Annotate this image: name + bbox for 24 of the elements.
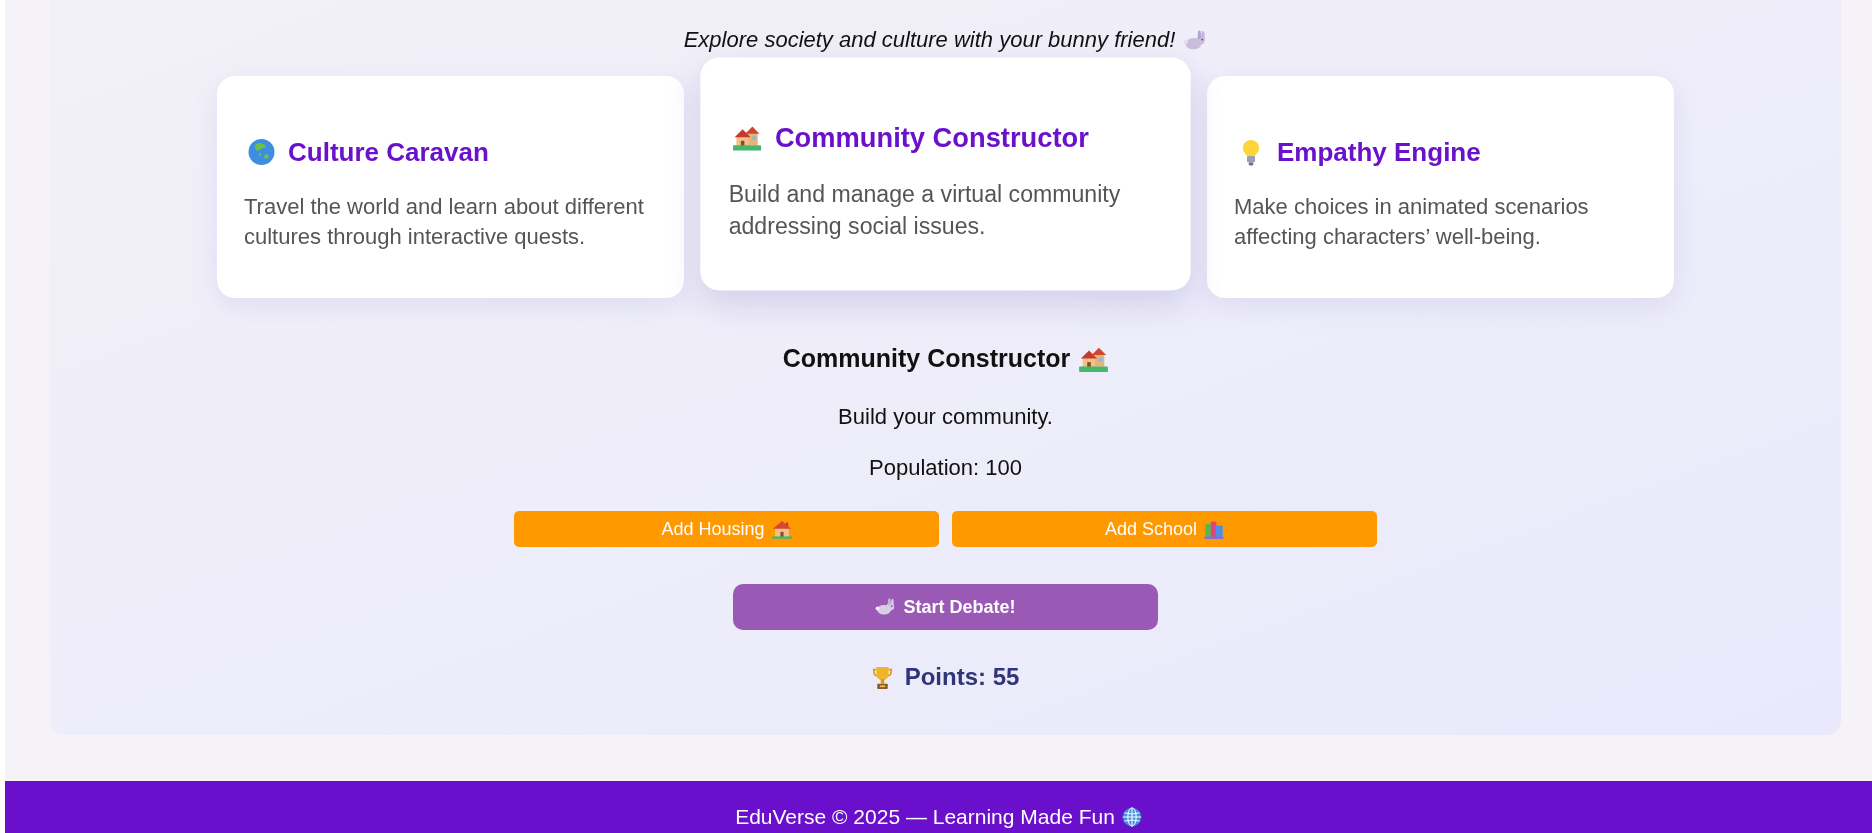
population-count: Population: 100: [869, 454, 1022, 482]
globe-icon: [248, 139, 275, 165]
books-icon: [1204, 519, 1225, 539]
tagline: Explore society and culture with your bunny friend!: [683, 26, 1176, 54]
card-description: Build and manage a virtual community addressing social issues.: [728, 180, 1122, 242]
rabbit-icon: [1183, 29, 1208, 51]
card-title: Community Constructor: [774, 121, 1089, 153]
start-debate-button[interactable]: Start Debate!: [733, 584, 1158, 630]
lightbulb-icon: [1242, 138, 1260, 166]
game-card[interactable]: Community Constructor Build and manage a virtual community addressing social issues.: [700, 57, 1191, 291]
card-description: Make choices in animated scenarios affecting characters’ well-being.: [1234, 193, 1590, 251]
game-title: Community Constructor: [782, 343, 1071, 374]
game-card[interactable]: Culture Caravan Travel the world and learn about different cultures through interactive quests.: [217, 76, 684, 298]
house-icon: [771, 519, 792, 539]
footer-text: EduVerse © 2025 — Learning Made Fun: [735, 806, 1115, 828]
game-instruction: Build your community.: [838, 403, 1053, 431]
game-card[interactable]: Empathy Engine Make choices in animated scenarios affecting characters’ well-being.: [1207, 76, 1674, 298]
rabbit-icon: [875, 598, 897, 616]
trophy-icon: [871, 664, 893, 690]
points-text: Points: 55: [904, 662, 1020, 692]
card-description: Travel the world and learn about different cultures through interactive quests.: [244, 193, 645, 251]
globe-icon: [1121, 807, 1142, 827]
card-title: Culture Caravan: [288, 137, 489, 167]
card-title: Empathy Engine: [1277, 137, 1481, 167]
